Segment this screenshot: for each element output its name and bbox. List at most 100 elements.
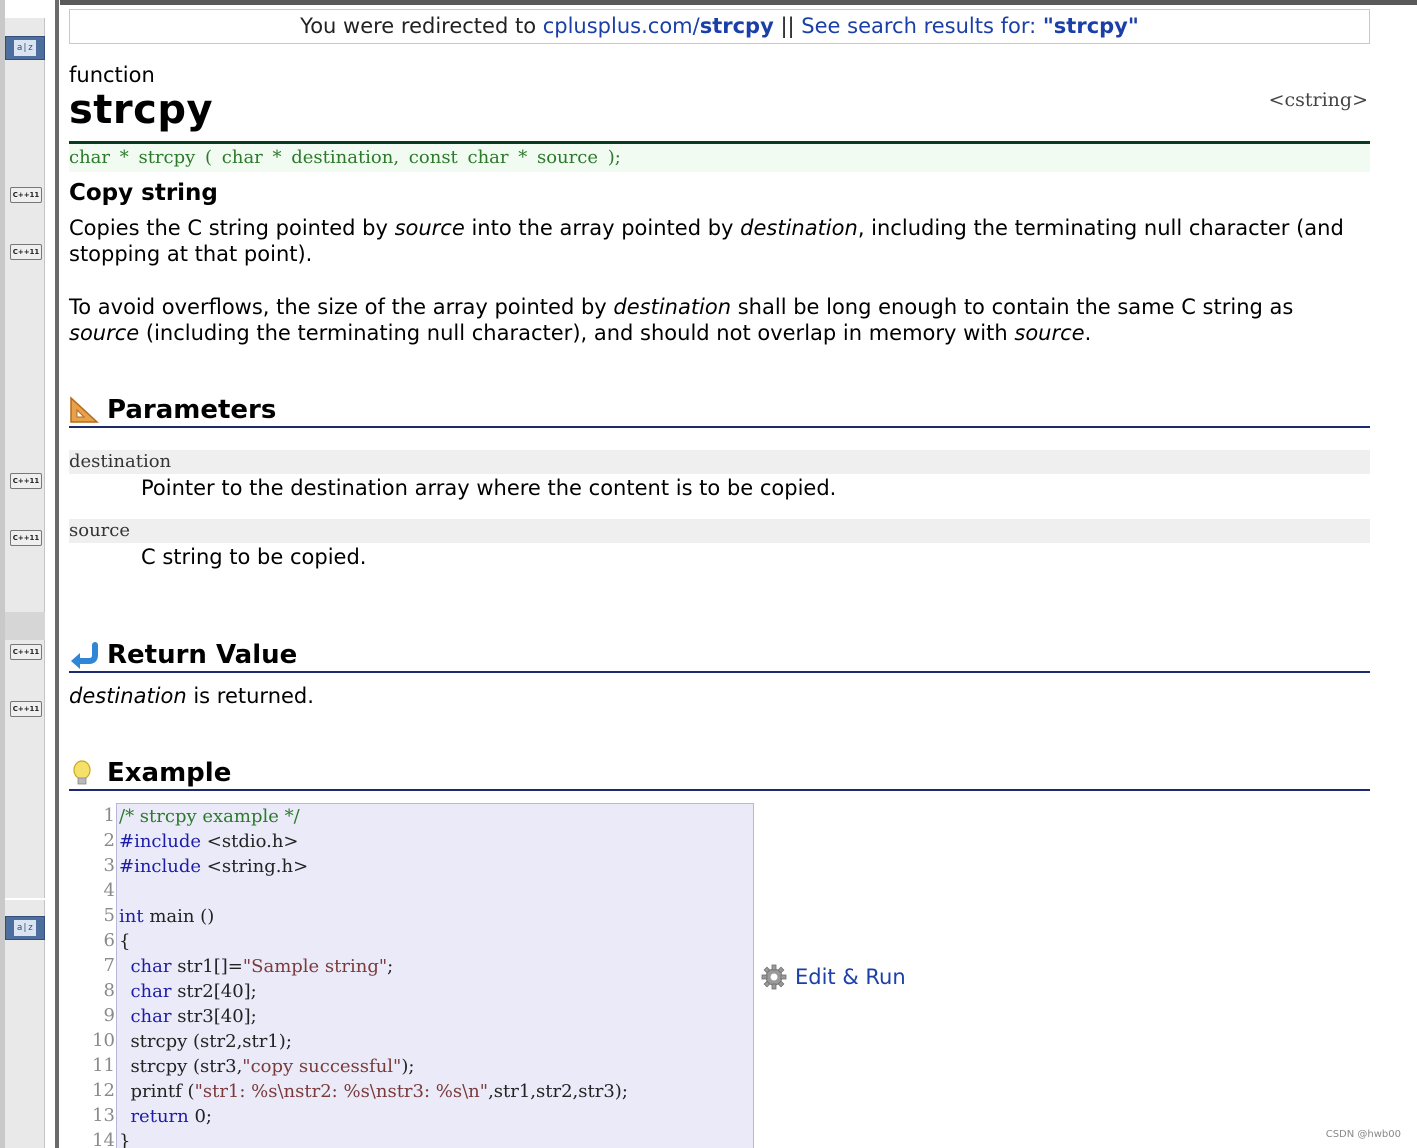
- line-number: 14: [92, 1130, 115, 1148]
- parameters-heading: Parameters: [69, 392, 1370, 428]
- return-value-text: destination is returned.: [69, 683, 314, 709]
- code-token: str3[40];: [171, 1006, 257, 1027]
- sort-az-icon: a|z: [14, 920, 36, 936]
- description-paragraph-1: Copies the C string pointed by source in…: [69, 215, 1359, 267]
- edit-and-run-link[interactable]: Edit & Run: [761, 964, 906, 990]
- entry-kind: function: [69, 63, 155, 87]
- code-token: #include: [119, 831, 202, 852]
- code-token: "Sample string": [242, 956, 388, 977]
- line-number: 1: [103, 805, 115, 826]
- sort-az-button-2[interactable]: a|z: [5, 916, 45, 940]
- sort-az-button[interactable]: a|z: [5, 36, 45, 60]
- cpp11-badge[interactable]: C++11: [10, 530, 42, 546]
- code-line: strcpy (str2,str1);: [119, 1029, 753, 1054]
- watermark: CSDN @hwb00: [1325, 1129, 1401, 1140]
- text: shall be long enough to contain the same…: [731, 295, 1294, 319]
- code-line: return 0;: [119, 1104, 753, 1129]
- code-block[interactable]: /* strcpy example */#include <stdio.h> #i…: [116, 803, 754, 1148]
- code-line: #include <stdio.h>: [119, 829, 753, 854]
- code-line: }: [119, 1129, 753, 1148]
- cpp11-badge[interactable]: C++11: [10, 187, 42, 203]
- code-token: "str1: %s\nstr2: %s\nstr3: %s\n": [194, 1081, 489, 1102]
- search-results-label: See search results for:: [801, 14, 1043, 38]
- text: To avoid overflows, the size of the arra…: [69, 295, 614, 319]
- search-results-link[interactable]: See search results for: "strcpy": [801, 14, 1139, 38]
- code-token: ,str1,str2,str3);: [488, 1081, 628, 1102]
- example-heading-text: Example: [107, 758, 232, 788]
- text: into the array pointed by: [464, 216, 741, 240]
- code-token: printf (: [119, 1081, 195, 1102]
- param-name-source: source: [69, 519, 1370, 543]
- line-number: 13: [92, 1105, 115, 1126]
- code-line: #include <string.h>: [119, 854, 753, 879]
- sidebar-highlight: [5, 612, 45, 640]
- sort-az-icon: a|z: [14, 40, 36, 56]
- line-number: 2: [103, 830, 115, 851]
- code-line: char str1[]="Sample string";: [119, 954, 753, 979]
- line-number: 12: [92, 1080, 115, 1101]
- line-number: 9: [103, 1005, 115, 1026]
- code-token: {: [119, 931, 131, 952]
- parameters-heading-text: Parameters: [107, 395, 277, 425]
- line-number: 8: [103, 980, 115, 1001]
- code-token: /* strcpy example */: [119, 806, 300, 827]
- redirect-prefix: You were redirected to: [300, 14, 543, 38]
- code-token: main (): [143, 906, 215, 927]
- return-arrow-icon: [71, 642, 98, 669]
- sidebar-divider: [55, 0, 59, 1148]
- search-query: "strcpy": [1042, 14, 1139, 38]
- example-heading: Example: [69, 755, 1370, 791]
- code-token: );: [401, 1056, 415, 1077]
- param-name-destination: destination: [69, 450, 1370, 474]
- code-token: str2[40];: [171, 981, 257, 1002]
- sidebar-panel-top: [5, 18, 45, 898]
- redirect-page: strcpy: [699, 14, 774, 38]
- cpp11-badge[interactable]: C++11: [10, 644, 42, 660]
- function-subtitle: Copy string: [69, 180, 218, 206]
- code-token: char: [130, 1006, 172, 1027]
- code-token: "copy successful": [242, 1056, 402, 1077]
- cpp11-badge[interactable]: C++11: [10, 473, 42, 489]
- redirect-separator: ||: [773, 14, 802, 38]
- text: is returned.: [186, 684, 314, 708]
- line-number: 6: [103, 930, 115, 951]
- text: .: [1084, 321, 1092, 345]
- code-line: char str3[40];: [119, 1004, 753, 1029]
- code-token: char: [130, 956, 172, 977]
- code-line: char str2[40];: [119, 979, 753, 1004]
- term: source: [1014, 321, 1085, 345]
- term: destination: [69, 684, 187, 708]
- text: Copies the C string pointed by: [69, 216, 395, 240]
- redirect-link[interactable]: cplusplus.com/strcpy: [543, 14, 774, 38]
- term: source: [69, 321, 140, 345]
- line-number: 10: [92, 1030, 115, 1051]
- code-token: return: [130, 1106, 189, 1127]
- code-token: int: [119, 906, 144, 927]
- edit-run-label: Edit & Run: [795, 965, 906, 989]
- code-token: 0;: [188, 1106, 212, 1127]
- redirect-notice: You were redirected to cplusplus.com/str…: [69, 9, 1370, 44]
- function-prototype: char * strcpy ( char * destination, cons…: [69, 144, 1370, 172]
- return-value-heading: Return Value: [69, 637, 1370, 673]
- gear-icon: [761, 964, 787, 990]
- cpp11-badge[interactable]: C++11: [10, 701, 42, 717]
- code-line: strcpy (str3,"copy successful");: [119, 1054, 753, 1079]
- line-number-gutter: 1 2 3 4 5 6 7 8 9 10 11 12 13 14: [81, 803, 115, 1148]
- line-number: 11: [92, 1055, 115, 1076]
- code-line: {: [119, 929, 753, 954]
- code-token: ;: [387, 956, 394, 977]
- cpp11-badge[interactable]: C++11: [10, 244, 42, 260]
- header-link[interactable]: <cstring>: [1269, 89, 1368, 111]
- left-sidebar: a|z a|z C++11 C++11 C++11 C++11 C++11 C+…: [0, 0, 60, 1148]
- code-token: str1[]=: [171, 956, 243, 977]
- code-token: strcpy (str2,str1);: [119, 1031, 292, 1052]
- code-token: <stdio.h>: [201, 831, 299, 852]
- term: source: [394, 216, 465, 240]
- set-square-icon: [70, 396, 99, 423]
- main-content: You were redirected to cplusplus.com/str…: [69, 9, 1370, 1148]
- line-number: 3: [103, 855, 115, 876]
